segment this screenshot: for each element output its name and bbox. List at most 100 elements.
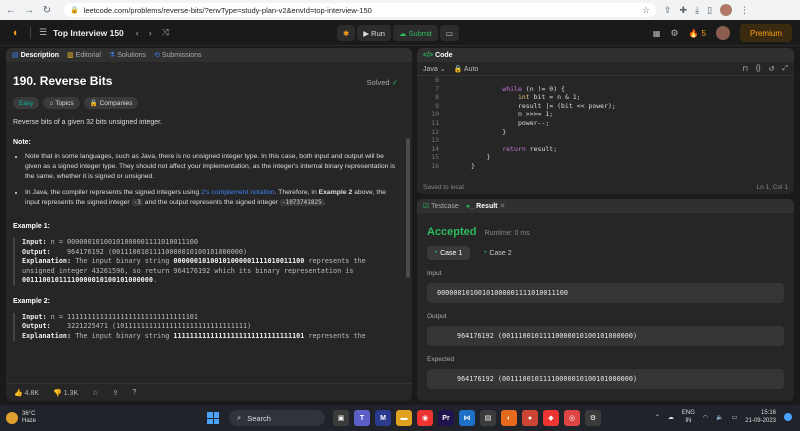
- line-number: 16: [431, 161, 439, 170]
- thumbs-down-icon: 👎: [53, 389, 62, 397]
- figma-icon[interactable]: ◆: [543, 410, 559, 426]
- firefox-icon[interactable]: ◐: [501, 410, 517, 426]
- expected-label: Expected: [427, 356, 455, 363]
- extensions-icon[interactable]: ✚: [680, 5, 688, 16]
- problem-list-icon[interactable]: ☰: [39, 27, 47, 38]
- store-icon[interactable]: ▤: [480, 410, 496, 426]
- share-icon[interactable]: ⇪: [664, 5, 672, 16]
- back-icon[interactable]: ←: [4, 3, 18, 17]
- clock[interactable]: 15:16 21-09-2023: [745, 409, 776, 425]
- case-tab-1[interactable]: • Case 1: [427, 246, 471, 260]
- leetcode-logo-icon[interactable]: ◖: [8, 26, 22, 40]
- tab-testcase[interactable]: ☑ Testcase: [423, 202, 459, 210]
- code-line[interactable]: 9 result |= (bit << power);: [417, 102, 794, 111]
- reload-icon[interactable]: ↻: [40, 3, 54, 17]
- download-icon[interactable]: ⤓: [695, 5, 699, 16]
- code-line[interactable]: 10 n >>>= 1;: [417, 110, 794, 119]
- example1-heading: Example 1:: [13, 223, 50, 230]
- code-line[interactable]: 8 int bit = n & 1;: [417, 93, 794, 102]
- address-bar[interactable]: 🔒 leetcode.com/problems/reverse-bits/?en…: [64, 3, 656, 17]
- sidebar-icon[interactable]: ▯: [707, 5, 712, 16]
- tab-solutions[interactable]: ⚗ Solutions: [109, 51, 146, 59]
- favorite-star-icon[interactable]: ☆: [92, 389, 98, 397]
- vscode-icon[interactable]: ⋈: [459, 410, 475, 426]
- taskbar-search[interactable]: ⌕ Search: [229, 410, 325, 426]
- bookmark-icon[interactable]: ⊓: [742, 65, 747, 73]
- code-editor[interactable]: 67 while (n != 0) {8 int bit = n & 1; 9 r…: [417, 76, 794, 180]
- twos-complement-link[interactable]: 2's complement notation: [201, 189, 274, 196]
- edge-dev-icon[interactable]: M: [375, 410, 391, 426]
- description-scrollbar[interactable]: [406, 138, 410, 278]
- tab-editorial[interactable]: ▥ Editorial: [67, 51, 101, 59]
- browser-menu-icon[interactable]: ⋮: [740, 5, 749, 16]
- verdict: Accepted: [427, 226, 477, 238]
- premium-button[interactable]: Premium: [739, 24, 792, 42]
- tab-code[interactable]: </> Code: [423, 52, 453, 59]
- settings-app-icon[interactable]: ⚙: [585, 410, 601, 426]
- notes-button[interactable]: ▭: [439, 25, 459, 41]
- code-line[interactable]: 15 }: [417, 153, 794, 162]
- settings-icon[interactable]: ⚙: [670, 28, 678, 39]
- line-text: power--;: [471, 118, 550, 127]
- profile-avatar[interactable]: [720, 4, 733, 16]
- chrome-active-icon[interactable]: ◎: [564, 410, 580, 426]
- auto-mode-toggle[interactable]: 🔒 Auto: [454, 65, 479, 73]
- fullscreen-icon[interactable]: ⤢: [782, 65, 788, 73]
- line-number: 7: [435, 84, 439, 93]
- shuffle-icon[interactable]: ⤨: [162, 27, 169, 38]
- difficulty-badge: Easy: [13, 97, 40, 109]
- submit-button[interactable]: ☁ Submit: [392, 25, 438, 41]
- onedrive-icon[interactable]: ☁: [668, 414, 674, 421]
- forward-icon[interactable]: →: [22, 3, 36, 17]
- language-indicator[interactable]: ENG IN: [682, 409, 695, 425]
- volume-icon[interactable]: 🔈: [716, 414, 723, 421]
- media-app-icon[interactable]: ●: [522, 410, 538, 426]
- files-app-icon[interactable]: ▣: [333, 410, 349, 426]
- braces-icon[interactable]: {}: [756, 65, 761, 73]
- save-status: Saved to local: [423, 183, 464, 191]
- windows-start-icon[interactable]: [207, 412, 219, 424]
- code-line[interactable]: 7 while (n != 0) {: [417, 85, 794, 94]
- chevron-up-icon[interactable]: ⌃: [655, 414, 660, 421]
- file-explorer-icon[interactable]: ▬: [396, 410, 412, 426]
- case-tab-2[interactable]: • Case 2: [476, 246, 519, 260]
- weather-condition: Haze: [22, 418, 37, 424]
- weather-widget[interactable]: 36°C Haze: [6, 411, 36, 425]
- tab-submissions[interactable]: ⟲ Submissions: [154, 51, 202, 59]
- share-icon[interactable]: ⇪: [112, 389, 118, 397]
- reset-icon[interactable]: ↺: [769, 65, 775, 73]
- chrome-icon[interactable]: ◉: [417, 410, 433, 426]
- user-avatar[interactable]: [715, 26, 730, 40]
- tab-description[interactable]: ▤ Description: [12, 51, 59, 59]
- bookmark-star-icon[interactable]: ☆: [642, 5, 650, 16]
- code-line[interactable]: 14 return result;: [417, 145, 794, 154]
- study-plan-title[interactable]: Top Interview 150: [53, 28, 124, 38]
- premiere-icon[interactable]: Pr: [438, 410, 454, 426]
- code-line[interactable]: 11 power--;: [417, 119, 794, 128]
- close-icon[interactable]: ✕: [499, 203, 505, 210]
- problem-statement: Reverse bits of a given 32 bits unsigned…: [13, 119, 163, 126]
- help-icon[interactable]: ?: [132, 389, 136, 396]
- code-line[interactable]: 16}: [417, 162, 794, 171]
- debug-button[interactable]: ✱: [337, 25, 356, 41]
- dislike-button[interactable]: 👎 1.3K: [53, 389, 78, 397]
- run-button[interactable]: ▶ Run: [357, 25, 391, 41]
- teams-icon[interactable]: T: [354, 410, 370, 426]
- line-number: 8: [435, 93, 439, 102]
- battery-icon[interactable]: ▭: [732, 414, 738, 421]
- language-select[interactable]: Java ⌄: [423, 65, 446, 73]
- tab-result[interactable]: ▸_ Result ✕: [467, 202, 506, 210]
- like-button[interactable]: 👍 4.8K: [14, 389, 39, 397]
- prev-problem-icon[interactable]: ‹: [136, 28, 139, 38]
- pass-dot-icon: •: [484, 250, 487, 256]
- notification-icon[interactable]: [784, 413, 792, 421]
- code-line[interactable]: 6: [417, 76, 794, 85]
- code-line[interactable]: 13: [417, 136, 794, 145]
- wifi-icon[interactable]: ◠: [703, 414, 708, 421]
- companies-tag[interactable]: 🔒 Companies: [83, 97, 139, 109]
- layout-icon[interactable]: ▦: [653, 29, 661, 38]
- next-problem-icon[interactable]: ›: [149, 28, 152, 38]
- streak-counter[interactable]: 🔥 5: [689, 29, 706, 38]
- code-line[interactable]: 12 }: [417, 128, 794, 137]
- topics-tag[interactable]: ⌂ Topics: [43, 97, 80, 109]
